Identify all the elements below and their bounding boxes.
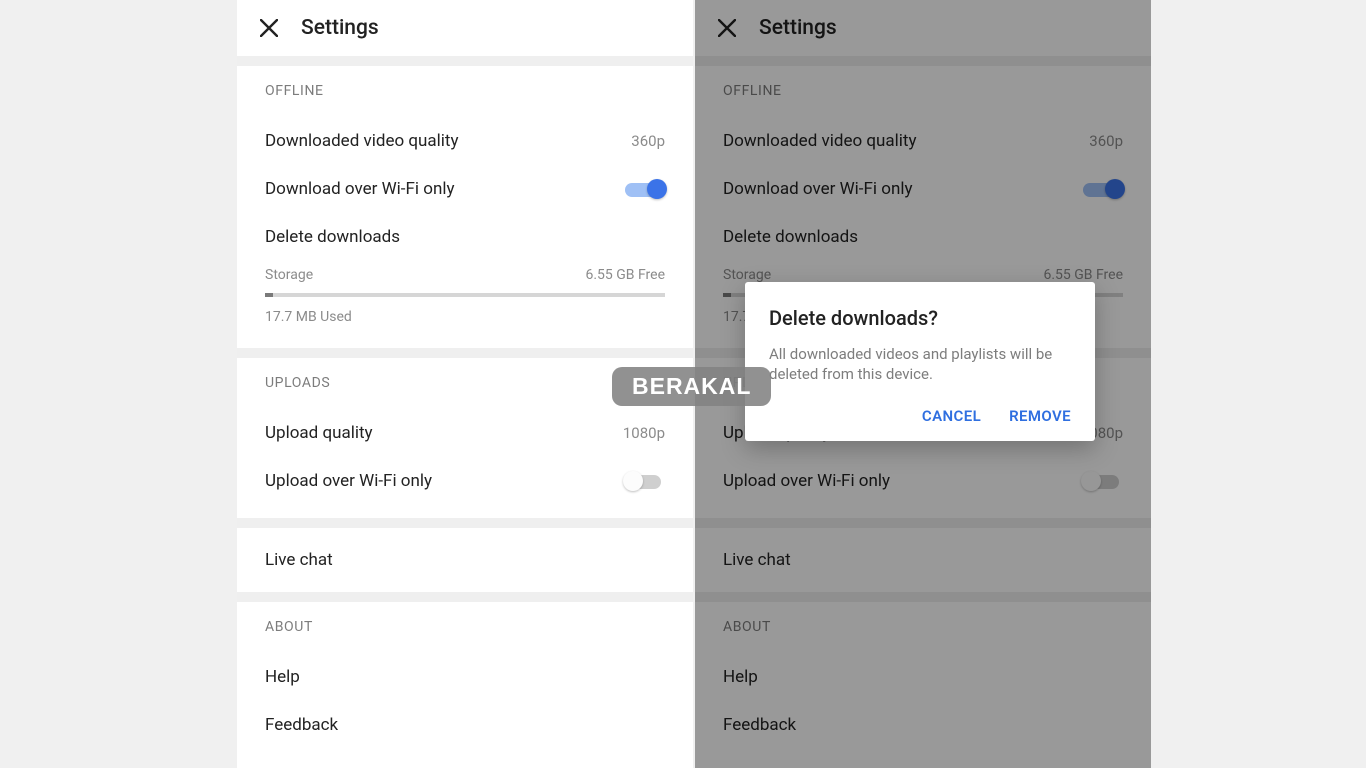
dialog-body: All downloaded videos and playlists will…	[769, 344, 1071, 385]
delete-downloads-dialog: Delete downloads? All downloaded videos …	[745, 282, 1095, 441]
row-value: 1080p	[623, 424, 665, 442]
toggle-upload-wifi[interactable]	[625, 471, 665, 491]
row-label: Upload quality	[265, 423, 373, 443]
dialog-title: Delete downloads?	[769, 306, 1071, 330]
close-icon[interactable]	[249, 8, 289, 48]
storage-label: Storage	[265, 267, 313, 283]
storage-used: 17.7 MB Used	[265, 309, 665, 325]
screenshot-canvas: Settings OFFLINE Downloaded video qualit…	[0, 0, 1366, 768]
row-delete-downloads[interactable]: Delete downloads	[265, 213, 665, 261]
page-title: Settings	[301, 16, 379, 40]
cancel-button[interactable]: CANCEL	[922, 407, 981, 425]
row-label: Delete downloads	[265, 227, 400, 247]
section-offline: OFFLINE Downloaded video quality 360p Do…	[237, 66, 693, 358]
row-label: Downloaded video quality	[265, 131, 459, 151]
watermark-badge: BERAKAL	[612, 367, 771, 406]
section-divider	[237, 56, 693, 66]
storage-block: Storage 6.55 GB Free 17.7 MB Used	[265, 261, 665, 335]
row-help[interactable]: Help	[265, 653, 665, 701]
row-label: Upload over Wi-Fi only	[265, 471, 432, 491]
storage-bar	[265, 293, 665, 297]
header: Settings	[237, 0, 693, 56]
section-about: ABOUT Help Feedback	[237, 602, 693, 762]
row-live-chat[interactable]: Live chat	[237, 528, 693, 602]
row-label: Help	[265, 667, 300, 687]
dialog-actions: CANCEL REMOVE	[769, 407, 1071, 425]
row-upload-wifi-only[interactable]: Upload over Wi-Fi only	[265, 457, 665, 505]
row-label: Feedback	[265, 715, 338, 735]
section-label-about: ABOUT	[265, 619, 665, 635]
row-feedback[interactable]: Feedback	[265, 701, 665, 749]
row-value: 360p	[631, 132, 665, 150]
section-label-uploads: UPLOADS	[265, 375, 665, 391]
storage-free: 6.55 GB Free	[585, 267, 665, 283]
row-download-wifi-only[interactable]: Download over Wi-Fi only	[265, 165, 665, 213]
row-label: Download over Wi-Fi only	[265, 179, 455, 199]
row-downloaded-quality[interactable]: Downloaded video quality 360p	[265, 117, 665, 165]
toggle-download-wifi[interactable]	[625, 179, 665, 199]
section-label-offline: OFFLINE	[265, 83, 665, 99]
row-upload-quality[interactable]: Upload quality 1080p	[265, 409, 665, 457]
remove-button[interactable]: REMOVE	[1009, 407, 1071, 425]
